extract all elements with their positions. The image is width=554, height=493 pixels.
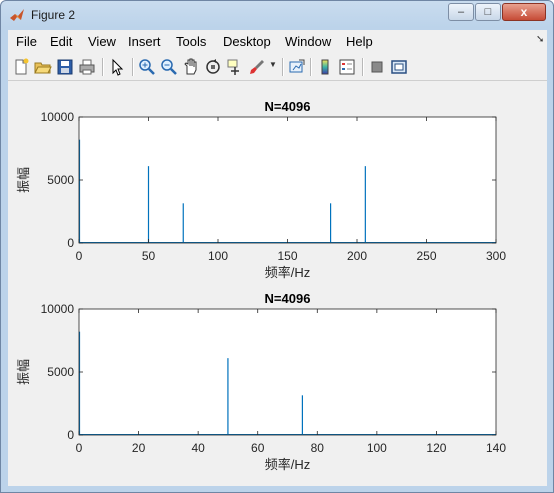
x-tick-label: 250 (416, 249, 436, 263)
toolbar-separator (132, 58, 134, 76)
open-file-icon[interactable] (33, 57, 53, 77)
menu-window[interactable]: Window (285, 34, 331, 49)
y-tick-label: 10000 (41, 302, 75, 316)
save-icon[interactable] (55, 57, 75, 77)
x-tick-label: 100 (367, 441, 387, 455)
show-plot-tools-icon[interactable] (389, 57, 409, 77)
axes-title: N=4096 (265, 291, 311, 306)
x-axis-label: 频率/Hz (265, 265, 311, 280)
y-tick-label: 5000 (47, 173, 74, 187)
x-axis-label: 频率/Hz (265, 457, 311, 472)
brush-icon[interactable] (247, 57, 267, 77)
rotate-3d-icon[interactable] (203, 57, 223, 77)
x-tick-label: 20 (132, 441, 146, 455)
figure-window: Figure 2 – □ x File Edit View Insert Too… (0, 0, 554, 493)
x-tick-label: 40 (191, 441, 205, 455)
x-tick-label: 100 (208, 249, 228, 263)
menu-insert[interactable]: Insert (128, 34, 161, 49)
maximize-button[interactable]: □ (475, 3, 501, 21)
toolbar-separator (310, 58, 312, 76)
zoom-out-icon[interactable] (159, 57, 179, 77)
menu-tools[interactable]: Tools (176, 34, 206, 49)
menu-help[interactable]: Help (346, 34, 373, 49)
toolbar-separator (102, 58, 104, 76)
data-cursor-icon[interactable] (225, 57, 245, 77)
figure-canvas: 0 50 100 150 200 250 300 0 5000 10000 N=4096 频率/Hz 振… (8, 81, 547, 486)
y-tick-label: 10000 (41, 110, 75, 124)
insert-colorbar-icon[interactable] (315, 57, 335, 77)
insert-legend-icon[interactable] (337, 57, 357, 77)
minimize-button[interactable]: – (448, 3, 474, 21)
close-icon: x (520, 5, 528, 19)
x-tick-label: 50 (142, 249, 156, 263)
brush-dropdown-icon[interactable]: ▼ (269, 60, 277, 69)
axes-background (79, 117, 496, 243)
window-title: Figure 2 (31, 8, 76, 22)
matlab-icon (10, 9, 24, 21)
menu-edit[interactable]: Edit (50, 34, 72, 49)
x-tick-label: 0 (76, 441, 83, 455)
x-tick-label: 120 (426, 441, 446, 455)
menu-overflow-icon[interactable]: ➘ (536, 34, 544, 45)
link-plot-icon[interactable] (287, 57, 307, 77)
x-tick-label: 0 (76, 249, 83, 263)
pointer-icon[interactable] (107, 57, 127, 77)
pan-icon[interactable] (181, 57, 201, 77)
x-tick-label: 300 (486, 249, 506, 263)
toolbar-separator (362, 58, 364, 76)
y-tick-label: 0 (67, 428, 74, 442)
menu-file[interactable]: File (16, 34, 37, 49)
y-tick-label: 5000 (47, 365, 74, 379)
menu-view[interactable]: View (88, 34, 116, 49)
close-button[interactable]: x (502, 3, 546, 21)
hide-plot-tools-icon[interactable] (367, 57, 387, 77)
x-tick-label: 140 (486, 441, 506, 455)
y-axis-label: 振幅 (16, 359, 31, 385)
minimize-icon: – (457, 6, 465, 18)
print-icon[interactable] (77, 57, 97, 77)
menu-bar: File Edit View Insert Tools Desktop Wind… (8, 30, 547, 55)
axes-background (79, 309, 496, 435)
toolbar: ▼ (8, 54, 547, 81)
toolbar-separator (282, 58, 284, 76)
y-axis-label: 振幅 (16, 167, 31, 193)
x-tick-label: 150 (277, 249, 297, 263)
new-figure-icon[interactable] (11, 57, 31, 77)
axes-title: N=4096 (265, 99, 311, 114)
x-tick-label: 200 (347, 249, 367, 263)
y-tick-label: 0 (67, 236, 74, 250)
zoom-in-icon[interactable] (137, 57, 157, 77)
x-tick-label: 80 (311, 441, 325, 455)
menu-desktop[interactable]: Desktop (223, 34, 271, 49)
x-tick-label: 60 (251, 441, 265, 455)
plot-area: 0 50 100 150 200 250 3000500010000N=4096频率/Hz振… (16, 99, 506, 472)
maximize-icon: □ (484, 6, 492, 18)
title-bar[interactable]: Figure 2 – □ x (1, 1, 553, 29)
